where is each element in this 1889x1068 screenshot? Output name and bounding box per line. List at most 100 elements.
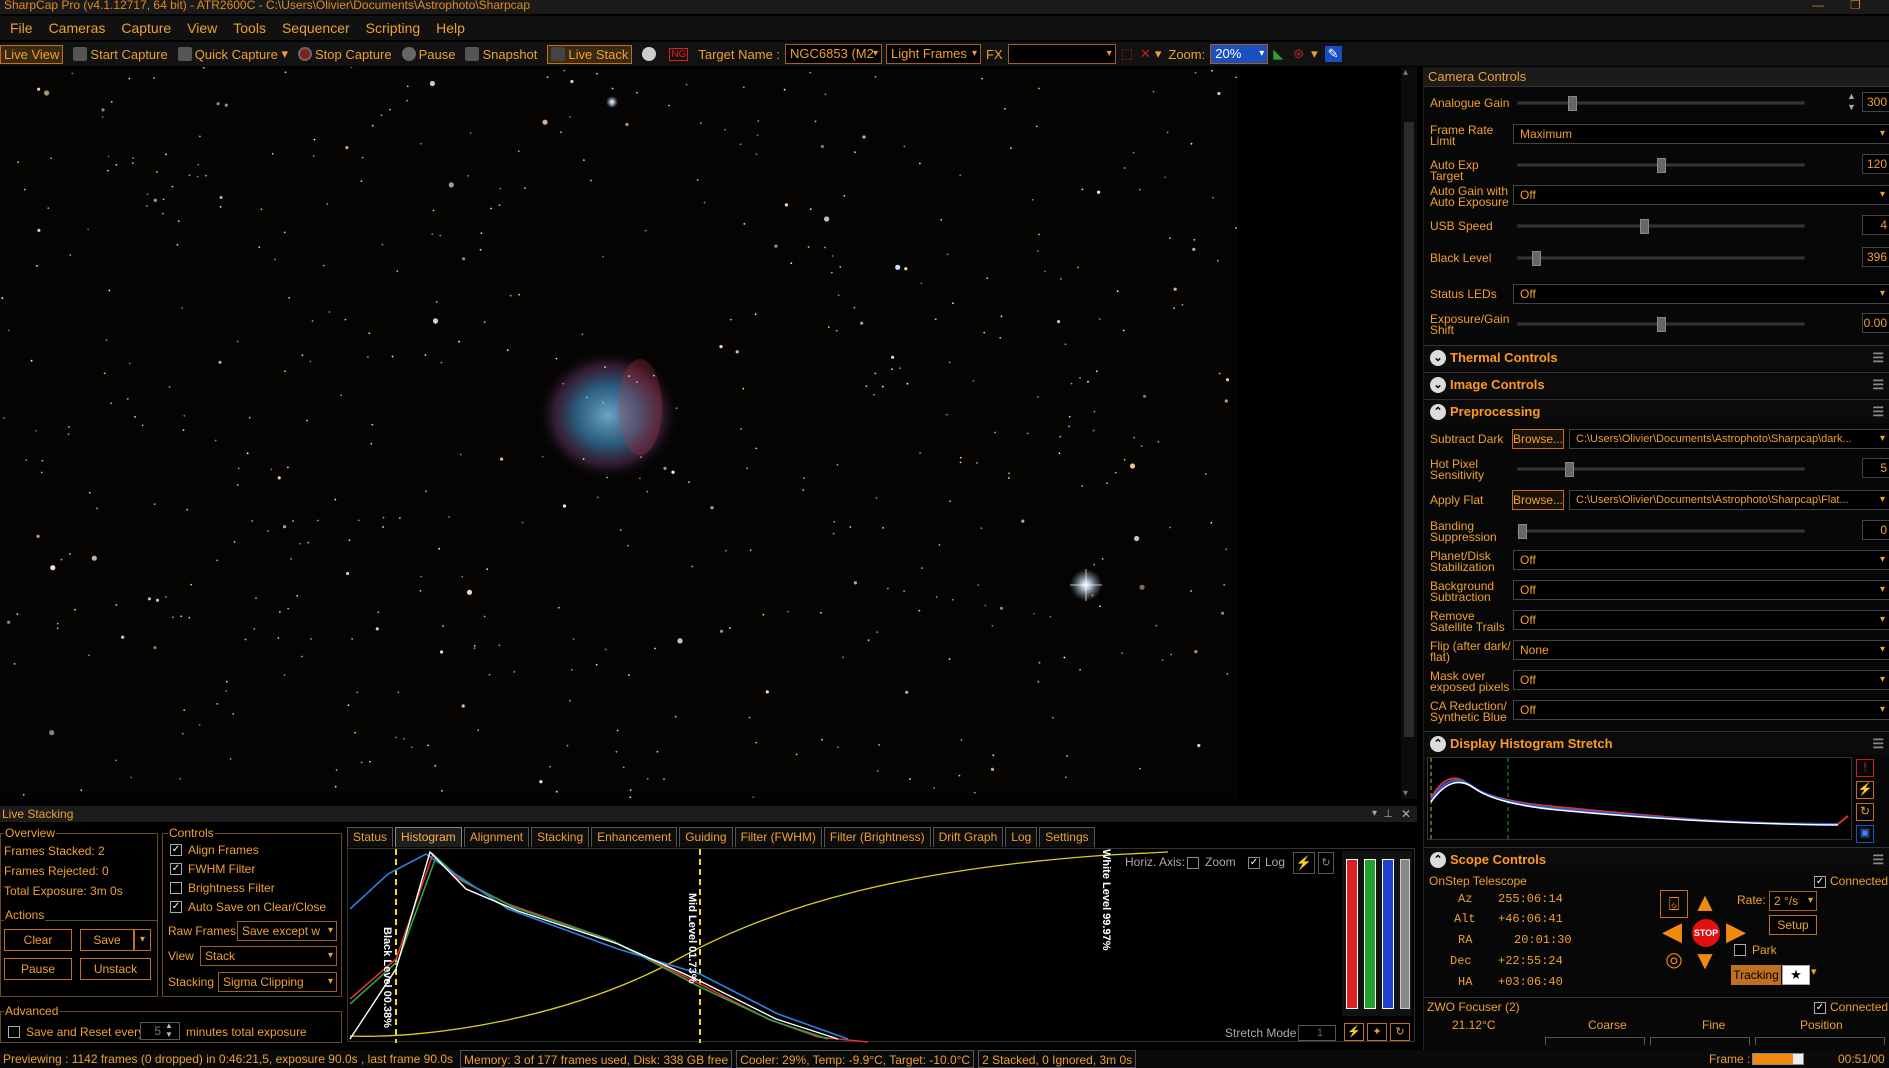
tab-stacking[interactable]: Stacking (531, 827, 590, 847)
menu-capture[interactable]: Capture (121, 20, 171, 36)
tracking-dropdown-icon[interactable]: ▾ (1811, 965, 1817, 978)
panel-menu-icon[interactable]: ▾ (1372, 806, 1377, 822)
log-checkbox[interactable]: ✓ (1248, 857, 1260, 869)
status-leds-select[interactable]: Off (1513, 284, 1889, 304)
frame-rate-select[interactable]: Maximum (1513, 124, 1889, 144)
zoom-select[interactable]: 20% (1210, 44, 1269, 64)
blue-level-slider[interactable] (1382, 859, 1394, 1009)
scope-controls-section[interactable]: ⌃ Scope Controls ☰ (1424, 847, 1889, 871)
menu-scripting[interactable]: Scripting (366, 20, 420, 36)
auto-exp-value[interactable]: 120 (1862, 154, 1889, 174)
spin-up-icon[interactable]: ▲ (165, 1021, 173, 1030)
minimize-icon[interactable]: — (1812, 0, 1824, 11)
focus-dropdown-icon[interactable]: ▾ (1311, 46, 1318, 62)
target-name-select[interactable]: NGC6853 (M2 (785, 44, 883, 64)
save-icon[interactable]: ▣ (1856, 825, 1874, 843)
slider-knob[interactable] (1657, 317, 1666, 332)
crosshair-icon[interactable]: ✕ (1140, 46, 1151, 62)
unstack-button[interactable]: Unstack (80, 958, 151, 980)
tab-guiding[interactable]: Guiding (679, 827, 733, 847)
save-dropdown-icon[interactable]: ▾ (134, 929, 151, 951)
scrollbar-thumb[interactable] (1404, 122, 1414, 737)
park-checkbox[interactable] (1734, 944, 1746, 956)
hot-pixel-slider[interactable] (1517, 462, 1805, 477)
refresh-icon[interactable]: ↻ (1390, 1023, 1410, 1041)
chevron-down-icon[interactable]: ⌄ (1430, 377, 1446, 393)
usb-speed-slider[interactable] (1517, 219, 1805, 234)
auto-gain-select[interactable]: Off (1513, 185, 1889, 205)
save-button[interactable]: Save (80, 929, 134, 951)
tab-drift-graph[interactable]: Drift Graph (932, 827, 1004, 847)
reset-icon[interactable]: ↻ (1318, 852, 1334, 874)
green-level-slider[interactable] (1364, 859, 1376, 1009)
slider-knob[interactable] (1640, 219, 1650, 234)
menu-tools[interactable]: Tools (233, 20, 266, 36)
focus-in-button[interactable] (1545, 1037, 1645, 1045)
mount-connected-checkbox[interactable]: ✓ (1814, 876, 1826, 888)
slider-knob[interactable] (1518, 524, 1527, 539)
stacking-select[interactable]: Sigma Clipping (218, 972, 337, 992)
auto-save-checkbox[interactable]: ✓ (170, 901, 182, 913)
star-icon[interactable]: ★ (1782, 965, 1810, 985)
hamburger-icon[interactable]: ☰ (1872, 848, 1884, 872)
preprocessing-section[interactable]: ⌃ Preprocessing ☰ (1424, 399, 1889, 423)
tracking-button[interactable]: Tracking (1731, 965, 1781, 985)
slider-knob[interactable] (1531, 251, 1541, 266)
fx-select[interactable] (1007, 44, 1116, 64)
auto-exp-slider[interactable] (1517, 158, 1805, 173)
black-level-value[interactable]: 396 (1862, 247, 1889, 267)
stop-capture-button[interactable]: Stop Capture (297, 47, 392, 62)
save-reset-checkbox[interactable] (8, 1026, 20, 1038)
gain-spin-up-icon[interactable]: ▲ (1847, 91, 1856, 101)
reticle-icon[interactable]: ⬚ (1121, 46, 1133, 62)
auto-stretch-icon[interactable]: ⚡ (1856, 781, 1874, 799)
exposure-shift-value[interactable]: 0.00 (1862, 313, 1889, 333)
black-level-slider[interactable] (1517, 251, 1805, 266)
arrow-down-button[interactable]: ▼ (1691, 947, 1719, 975)
flip-select[interactable]: None (1513, 640, 1889, 660)
apply-flat-path[interactable]: C:\Users\Olivier\Documents\Astrophoto\Sh… (1569, 490, 1889, 510)
focuser-connected-checkbox[interactable]: ✓ (1814, 1002, 1826, 1014)
hamburger-icon[interactable]: ☰ (1872, 346, 1884, 370)
chevron-down-icon[interactable]: ⌄ (1430, 350, 1446, 366)
tab-log[interactable]: Log (1005, 827, 1038, 847)
reset-icon[interactable]: ↻ (1856, 803, 1874, 821)
spin-down-icon[interactable]: ▼ (165, 1030, 173, 1039)
pause-button[interactable]: Pause (401, 47, 455, 62)
fwhm-filter-checkbox[interactable]: ✓ (170, 863, 182, 875)
sparkle-icon[interactable]: ✦ (1367, 1023, 1387, 1041)
focus-out-button[interactable] (1650, 1037, 1750, 1045)
chevron-up-icon[interactable]: ⌃ (1430, 736, 1446, 752)
chevron-up-icon[interactable]: ⌃ (1430, 852, 1446, 868)
zoom-checkbox[interactable] (1187, 857, 1199, 869)
exposure-shift-slider[interactable] (1517, 317, 1805, 332)
minutes-input[interactable]: 5 (140, 1022, 180, 1040)
target-icon-button[interactable]: NG (669, 47, 689, 61)
start-capture-button[interactable]: Start Capture (73, 47, 168, 62)
level-sliders[interactable] (1342, 851, 1412, 1016)
background-sub-select[interactable]: Off (1513, 580, 1889, 600)
feather-icon[interactable]: ✎ (1324, 46, 1342, 62)
tab-status[interactable]: Status (347, 827, 394, 847)
scroll-down-icon[interactable]: ▾ (1403, 788, 1408, 799)
tab-enhancement[interactable]: Enhancement (591, 827, 678, 847)
view-select[interactable]: Stack (200, 946, 337, 966)
hamburger-icon[interactable]: ☰ (1872, 373, 1884, 397)
tab-settings[interactable]: Settings (1039, 827, 1095, 847)
usb-speed-value[interactable]: 4 (1862, 215, 1889, 235)
hamburger-icon[interactable]: ☰ (1872, 732, 1884, 756)
stack-histogram[interactable]: Black Level 00.38% Mid Level 01.73% Whit… (347, 848, 1415, 1043)
chevron-up-icon[interactable]: ⌃ (1430, 404, 1446, 420)
red-level-slider[interactable] (1346, 859, 1358, 1009)
arrow-right-button[interactable]: ▶ (1722, 918, 1750, 946)
brightness-filter-checkbox[interactable] (170, 882, 182, 894)
analogue-gain-value[interactable]: 300 (1862, 92, 1889, 112)
subtract-dark-path[interactable]: C:\Users\Olivier\Documents\Astrophoto\Sh… (1569, 429, 1889, 449)
planet-stab-select[interactable]: Off (1513, 550, 1889, 570)
tab-histogram[interactable]: Histogram (395, 827, 462, 847)
menu-cameras[interactable]: Cameras (49, 20, 106, 36)
menu-sequencer[interactable]: Sequencer (282, 20, 350, 36)
apply-flat-browse-button[interactable]: Browse... (1512, 490, 1564, 510)
live-stack-button[interactable]: Live Stack (547, 44, 633, 64)
tab-filter-fwhm[interactable]: Filter (FWHM) (734, 827, 822, 847)
